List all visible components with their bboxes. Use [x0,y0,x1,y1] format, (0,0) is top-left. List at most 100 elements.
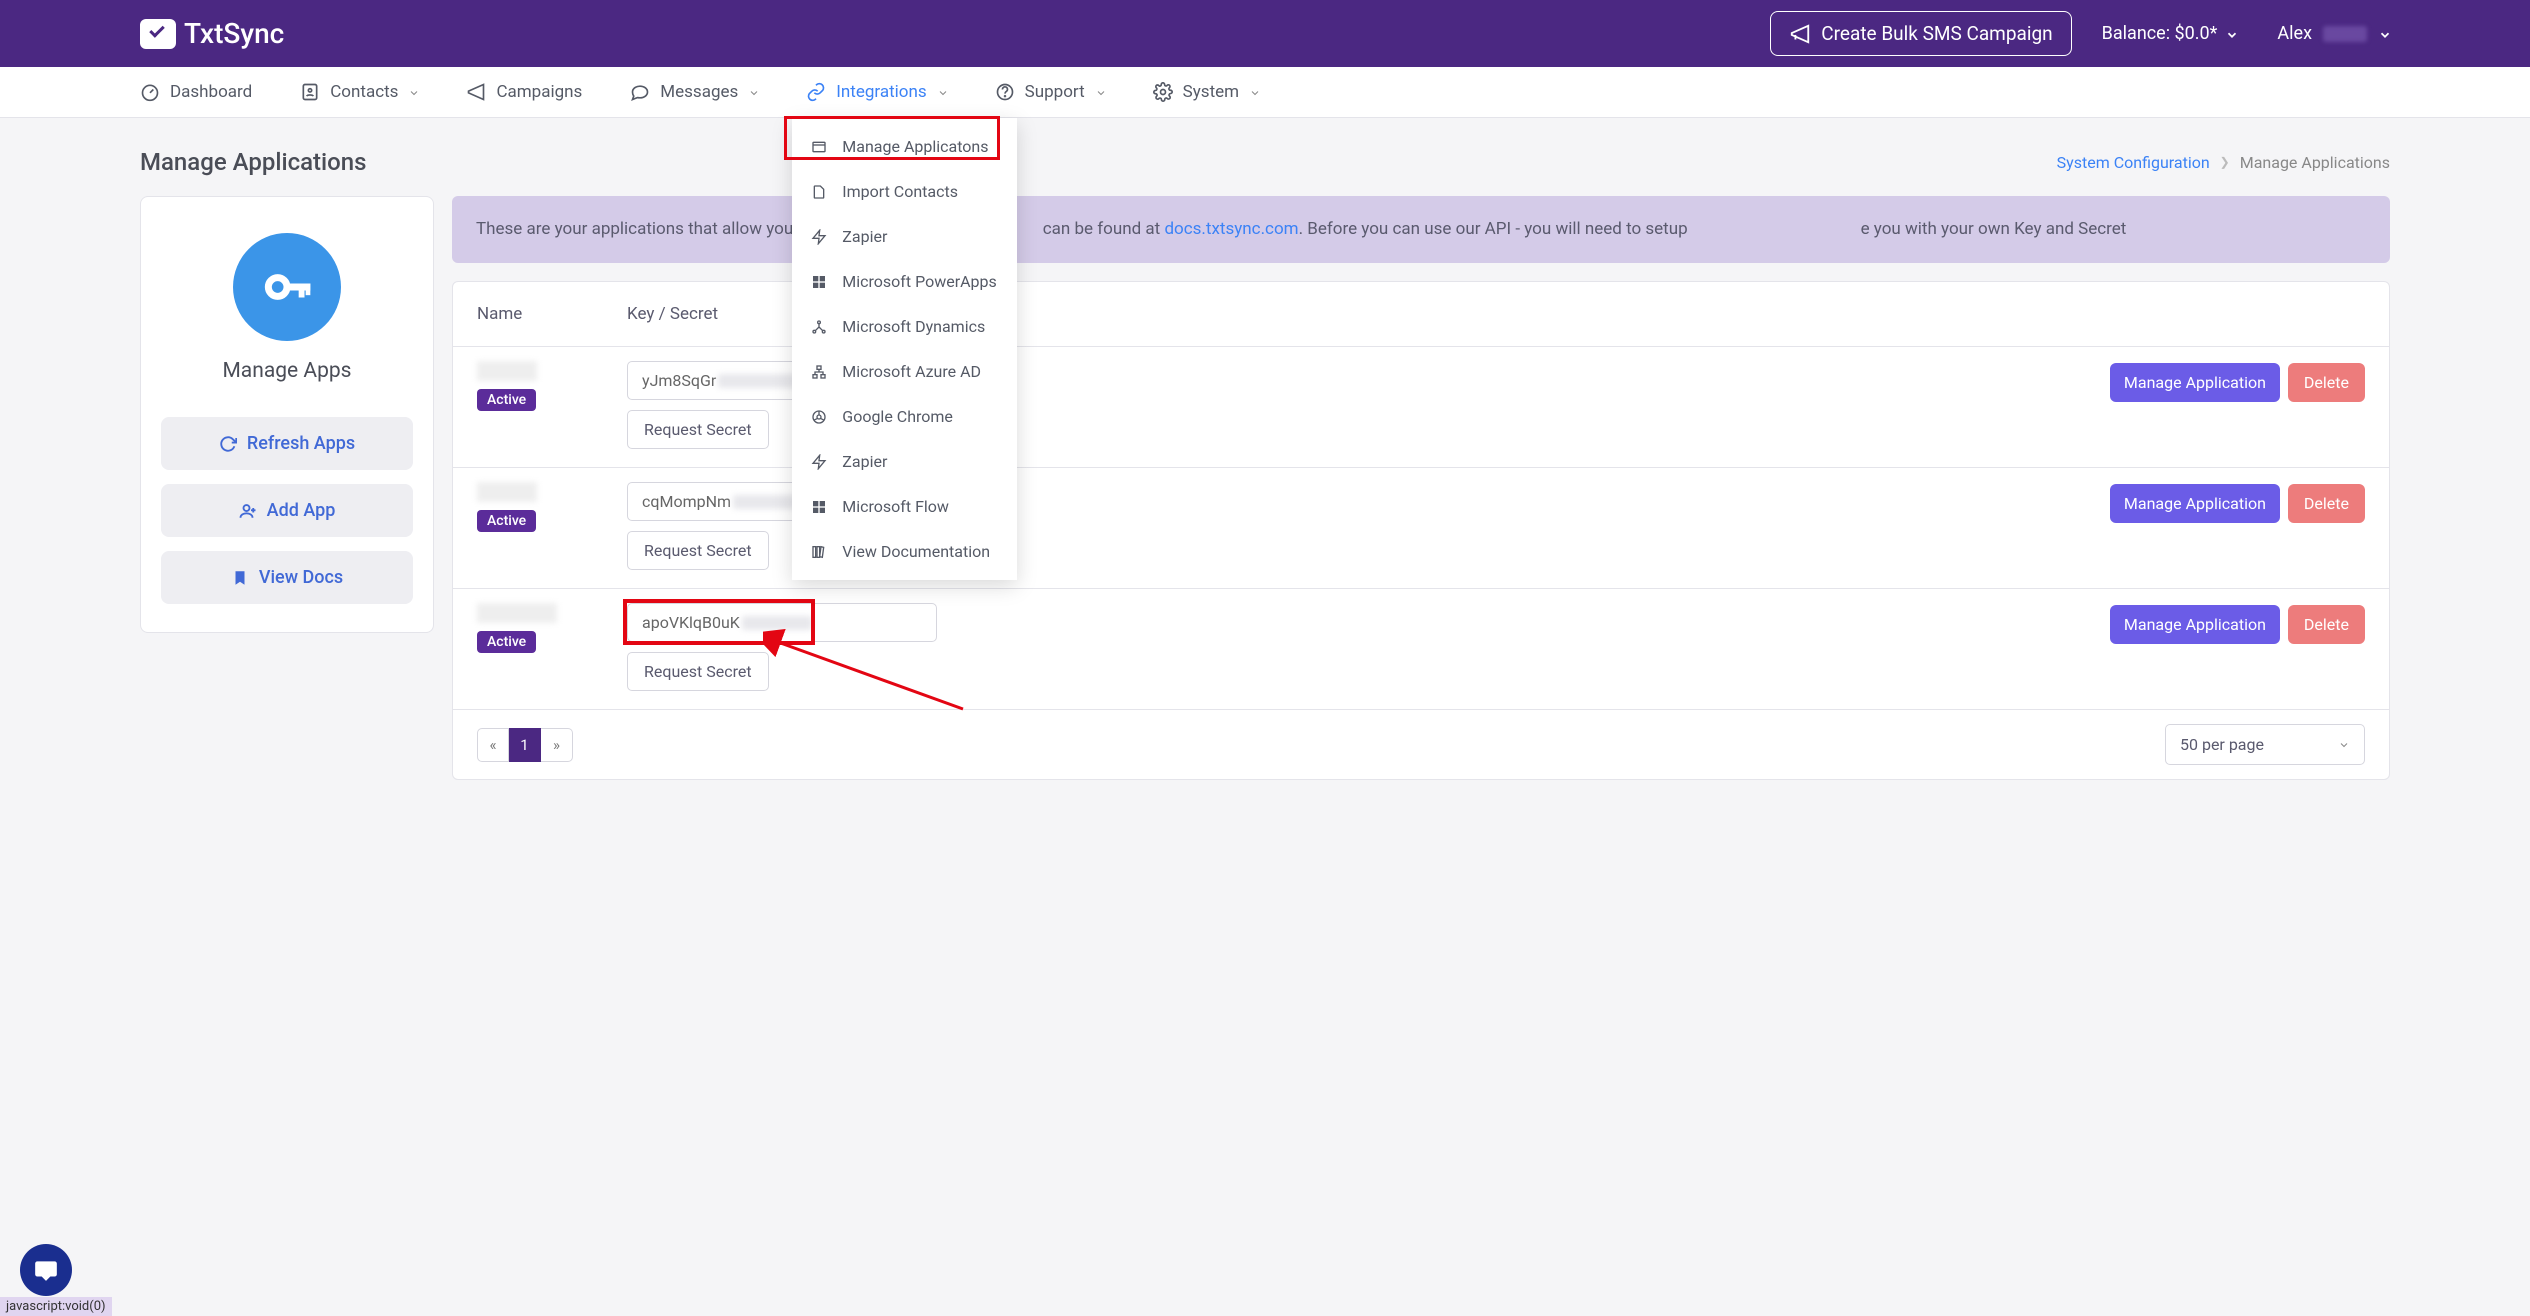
api-key-field[interactable]: apoVKlqB0uK [627,603,937,642]
sitemap-icon [810,363,828,381]
chevron-down-icon [2338,739,2350,751]
breadcrumb-system-config[interactable]: System Configuration [2057,153,2210,172]
window-icon [810,138,828,156]
menu-zapier-2[interactable]: Zapier [792,439,1017,484]
menu-ms-flow[interactable]: Microsoft Flow [792,484,1017,529]
sidebar-title: Manage Apps [161,359,413,383]
table-row: Active cqMompNm Request Secret Manage Ap… [453,468,2389,589]
menu-google-chrome[interactable]: Google Chrome [792,394,1017,439]
bolt-icon [810,453,828,471]
megaphone-icon [466,82,486,102]
breadcrumb-separator-icon: ❯ [2220,155,2230,169]
nav-messages[interactable]: Messages [630,67,758,117]
browser-status-bar: javascript:void(0) [0,1297,112,1316]
menu-ms-azure-ad[interactable]: Microsoft Azure AD [792,349,1017,394]
status-badge: Active [477,389,536,411]
main-nav: Dashboard Contacts Campaigns Messages In… [0,67,2530,118]
menu-import-contacts[interactable]: Import Contacts [792,169,1017,214]
page-title: Manage Applications [140,148,366,176]
balance-dropdown[interactable]: Balance: $0.0* [2102,23,2238,44]
contact-icon [300,82,320,102]
windows-icon [810,498,828,516]
chat-icon [33,1257,59,1283]
table-row: Active yJm8SqGr Request Secret Manage Ap… [453,347,2389,468]
integrations-dropdown: Manage Applicatons Import Contacts Zapie… [792,118,1017,580]
brand-logo[interactable]: TxtSync [140,17,284,50]
applications-table: Name Key / Secret Active yJm8SqGr Reques… [452,281,2390,780]
help-icon [995,82,1015,102]
pager-prev[interactable]: « [477,728,509,762]
chevron-down-icon [2378,28,2390,40]
link-icon [806,82,826,102]
windows-icon [810,273,828,291]
refresh-icon [219,435,237,453]
docs-link[interactable]: docs.txtsync.com [1164,219,1298,239]
per-page-select[interactable]: 50 per page [2165,724,2365,765]
delete-button[interactable]: Delete [2288,605,2365,644]
library-icon [810,543,828,561]
create-bulk-campaign-button[interactable]: Create Bulk SMS Campaign [1770,11,2071,56]
gear-icon [1153,82,1173,102]
add-user-icon [239,502,257,520]
user-menu[interactable]: Alex [2277,23,2390,44]
pager-next[interactable]: » [541,728,573,762]
nav-integrations[interactable]: Integrations Manage Applicatons Import C… [792,67,960,117]
nav-system[interactable]: System [1153,67,1259,117]
request-secret-button[interactable]: Request Secret [627,410,769,449]
nav-dashboard[interactable]: Dashboard [140,67,252,117]
nav-campaigns[interactable]: Campaigns [466,67,582,117]
top-bar: TxtSync Create Bulk SMS Campaign Balance… [0,0,2530,67]
request-secret-button[interactable]: Request Secret [627,652,769,691]
menu-ms-powerapps[interactable]: Microsoft PowerApps [792,259,1017,304]
request-secret-button[interactable]: Request Secret [627,531,769,570]
page-content: Manage Apps Refresh Apps Add App View Do… [0,196,2530,820]
chevron-down-icon [748,87,758,97]
breadcrumb: System Configuration ❯ Manage Applicatio… [2057,153,2390,172]
menu-ms-dynamics[interactable]: Microsoft Dynamics [792,304,1017,349]
delete-button[interactable]: Delete [2288,484,2365,523]
app-name-redacted [477,603,557,623]
table-footer: « 1 » 50 per page [453,710,2389,779]
nav-contacts[interactable]: Contacts [300,67,418,117]
page-header: Manage Applications System Configuration… [0,118,2530,196]
delete-button[interactable]: Delete [2288,363,2365,402]
status-badge: Active [477,631,536,653]
menu-manage-applications[interactable]: Manage Applicatons [792,124,1017,169]
app-name-redacted [477,361,537,381]
chevron-down-icon [937,87,947,97]
gauge-icon [140,82,160,102]
refresh-apps-button[interactable]: Refresh Apps [161,417,413,470]
manage-application-button[interactable]: Manage Application [2110,484,2280,523]
bolt-icon [810,228,828,246]
breadcrumb-current: Manage Applications [2240,153,2390,172]
chevron-down-icon [408,87,418,97]
pager-page-1[interactable]: 1 [509,728,541,762]
chat-widget-button[interactable] [20,1244,72,1296]
menu-view-documentation[interactable]: View Documentation [792,529,1017,574]
key-redacted [742,616,812,630]
main-column: These are your applications that allow y… [452,196,2390,780]
brand-name: TxtSync [184,17,284,50]
manage-application-button[interactable]: Manage Application [2110,605,2280,644]
sidebar-card: Manage Apps Refresh Apps Add App View Do… [140,196,434,633]
table-header: Name Key / Secret [453,282,2389,347]
file-icon [810,183,828,201]
info-banner: These are your applications that allow y… [452,196,2390,263]
pagination: « 1 » [477,728,573,762]
bulk-campaign-label: Create Bulk SMS Campaign [1821,22,2052,45]
add-app-button[interactable]: Add App [161,484,413,537]
manage-application-button[interactable]: Manage Application [2110,363,2280,402]
table-row: Active apoVKlqB0uK Request Secret Manage… [453,589,2389,710]
view-docs-button[interactable]: View Docs [161,551,413,604]
megaphone-icon [1789,23,1811,45]
key-icon [233,233,341,341]
bookmark-icon [231,569,249,587]
nav-support[interactable]: Support [995,67,1105,117]
user-lastname-redacted [2323,26,2367,42]
nodes-icon [810,318,828,336]
menu-zapier[interactable]: Zapier [792,214,1017,259]
chevron-down-icon [1249,87,1259,97]
balance-label: Balance: $0.0* [2102,23,2218,44]
app-name-redacted [477,482,537,502]
chevron-down-icon [2225,28,2237,40]
